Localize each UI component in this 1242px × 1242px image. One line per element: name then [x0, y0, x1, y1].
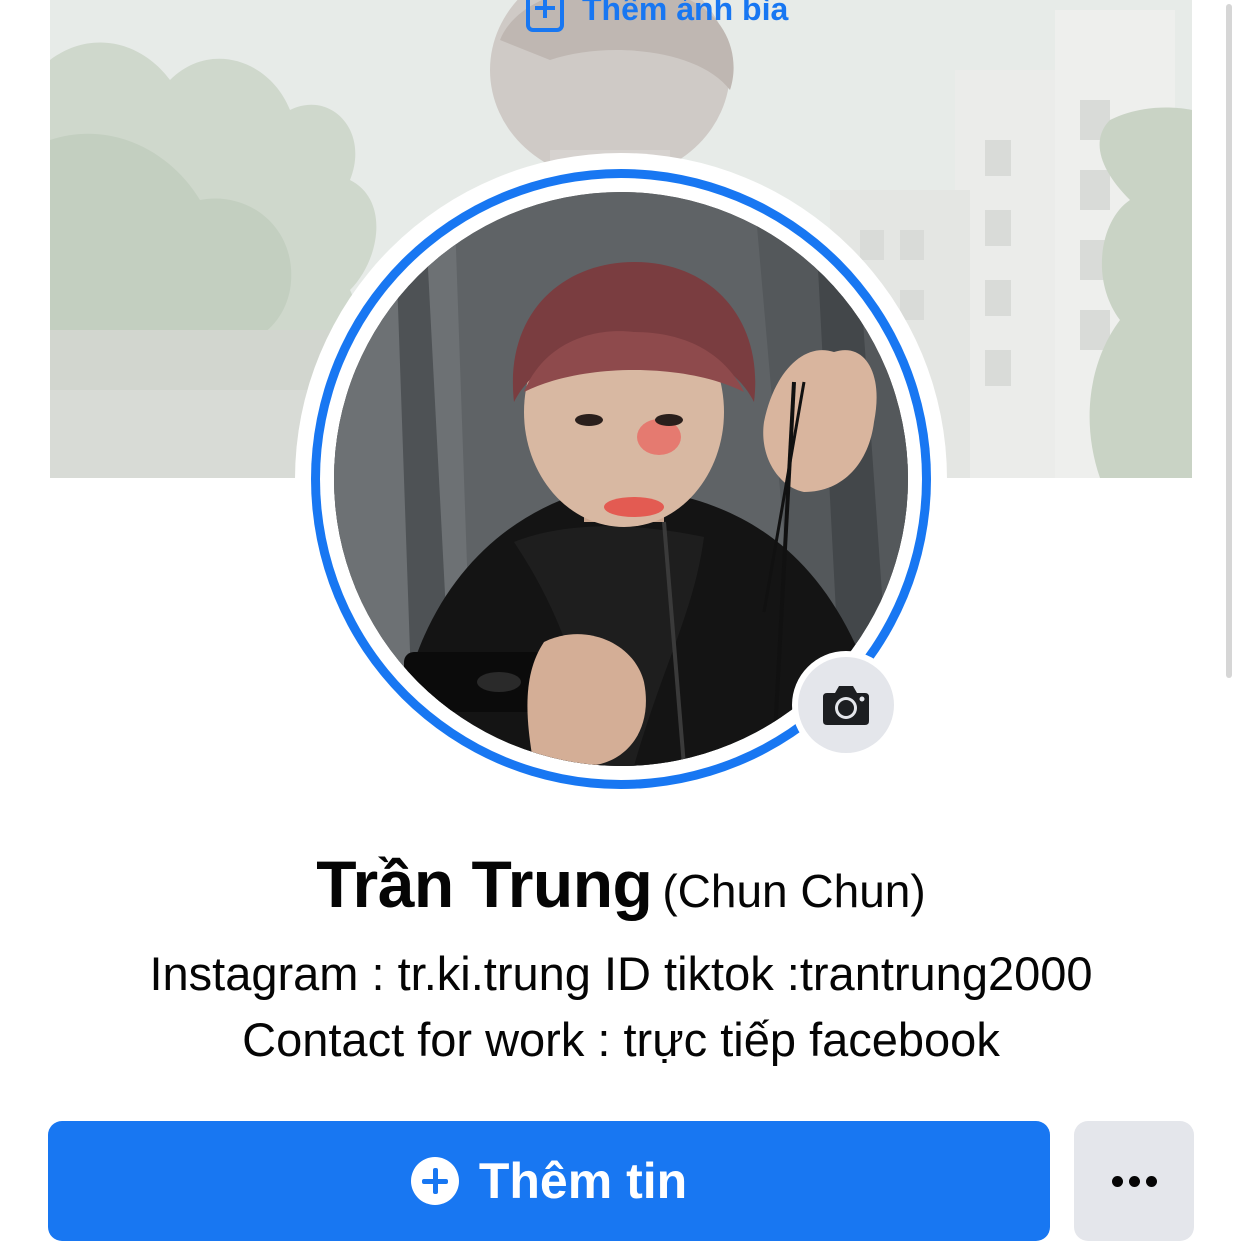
camera-button-background: [798, 657, 894, 753]
bio-line-2: Contact for work : trực tiếp facebook: [242, 1013, 1000, 1066]
profile-name-main: Trần Trung: [316, 847, 653, 921]
more-dots-icon: [1128, 1175, 1140, 1187]
camera-icon: [823, 686, 869, 725]
change-profile-picture-button[interactable]: [792, 651, 900, 759]
bio-line-1: Instagram : tr.ki.trung ID tiktok :trant…: [149, 947, 1093, 1000]
profile-page: Thêm ảnh bìa Trần Trung (Chun Chun) Inst…: [0, 0, 1242, 1242]
profile-alternate-name: (Chun Chun): [662, 865, 926, 917]
more-dots-icon: [1111, 1175, 1123, 1187]
add-cover-photo-button[interactable]: Thêm ảnh bìa: [520, 0, 788, 32]
profile-name: Trần Trung (Chun Chun): [0, 846, 1242, 922]
plus-circle-icon: [410, 1157, 459, 1205]
more-options-button[interactable]: [1074, 1121, 1194, 1241]
add-cover-photo-label: Thêm ảnh bìa: [582, 0, 789, 27]
add-story-label: Thêm tin: [478, 1153, 688, 1209]
more-dots-icon: [1145, 1175, 1157, 1187]
add-photo-icon: [526, 0, 564, 32]
add-story-button[interactable]: Thêm tin: [48, 1121, 1050, 1241]
scrollbar[interactable]: [1226, 4, 1232, 678]
